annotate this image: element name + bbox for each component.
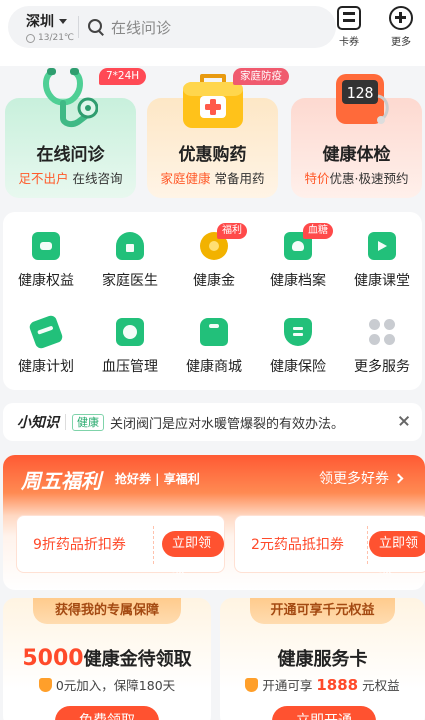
grid-badge: 福利 [217,223,247,239]
service-tag: 7*24H [99,68,147,85]
service-subtitle: 家庭健康 常备用药 [160,171,265,186]
grid-item-label[interactable]: 血压管理 [90,356,170,376]
close-icon[interactable] [396,413,412,429]
grid-item-label[interactable]: 健康金 [174,270,254,290]
divider [65,414,66,430]
scale-reading: 128 [346,84,373,102]
health-class-icon[interactable] [368,232,396,260]
coupon-button[interactable]: 卡券 [329,6,369,48]
shield-icon [245,677,259,692]
grid-item-label[interactable]: 健康保险 [258,356,338,376]
grid-item-family-doctor[interactable]: 家庭医生 [90,232,170,290]
grid-item-label[interactable]: 健康档案 [258,270,338,290]
city-name[interactable]: 深圳 [26,11,54,31]
grid-item-health-plan[interactable]: 健康计划 [6,314,86,376]
grid-item-health-benefits[interactable]: 健康权益 [6,232,86,290]
exclusive-protection-card[interactable]: 获得我的专属保障 5000健康金待领取 0元加入，保障180天 免费领取 [3,598,211,720]
service-title: 在线问诊 [36,145,105,165]
coupon-name: 2元药品抵扣券 [251,537,344,553]
card-main-text: 健康服务卡 [277,649,368,670]
get-more-coupons-label[interactable]: 领更多好券 [319,468,389,488]
grid-item-label[interactable]: 家庭医生 [90,270,170,290]
health-mall-icon[interactable] [200,318,228,346]
card-subtext: 0元加入，保障180天 [3,675,211,694]
plus-circle-icon[interactable] [389,6,413,30]
health-plan-icon[interactable] [28,314,64,350]
tip-title: 小知识 [17,415,59,431]
health-insurance-icon[interactable] [284,318,312,346]
grid-item-label[interactable]: 健康商城 [174,356,254,376]
weather-temp: 13/21℃ [38,33,75,43]
health-benefits-icon[interactable] [32,232,60,260]
activate-now-button[interactable]: 立即开通 [272,706,376,720]
claim-coupon-button[interactable]: 立即领取 [162,531,224,577]
get-more-coupons-link[interactable]: 领更多好券 [319,468,404,488]
card-header: 获得我的专属保障 [33,598,181,624]
grid-item-label[interactable]: 健康课堂 [342,270,422,290]
service-title: 优惠购药 [178,145,247,165]
top-header: 深圳 13/21℃ 在线问诊 卡券 更多 [0,0,425,66]
chevron-right-icon[interactable] [393,473,404,483]
shield-icon [38,677,52,692]
coupon-label[interactable]: 卡券 [329,33,369,48]
service-subtitle: 特价优惠·极速预约 [304,171,409,186]
grid-item-label[interactable]: 健康权益 [6,270,86,290]
promo-tagline: 抢好券 | 享福利 [115,472,200,486]
grid-item-blood-pressure[interactable]: 血压管理 [90,318,170,376]
card-subtext: 开通可享 1888 元权益 [220,675,425,694]
divider [367,526,368,564]
divider [153,526,154,564]
sun-icon [26,33,35,43]
search-input[interactable]: 在线问诊 [111,17,171,38]
health-service-card[interactable]: 开通可享千元权益 健康服务卡 开通可享1888元权益 立即开通 [220,598,425,720]
promo-title: 周五福利 [21,469,101,493]
grid-item-label[interactable]: 健康计划 [6,356,86,376]
coupon-card[interactable]: 9折药品折扣券 立即领取 [16,515,225,577]
chevron-down-icon[interactable] [59,18,67,24]
divider [78,16,79,38]
card-main-text: 5000健康金待领取 [22,646,192,671]
coupon-icon[interactable] [337,6,361,30]
grid-item-health-gold[interactable]: 健康金 [174,232,254,290]
family-doctor-icon[interactable] [116,232,144,260]
grid-item-health-mall[interactable]: 健康商城 [174,318,254,376]
blood-pressure-icon[interactable] [116,318,144,346]
card-header: 开通可享千元权益 [250,598,395,624]
grid-badge: 血糖 [303,223,333,239]
tip-bar[interactable]: 小知识 健康 关闭阀门是应对水暖管爆裂的有效办法。 [3,403,422,441]
coupon-card[interactable]: 2元药品抵扣券 立即领取 [234,515,425,577]
search-icon[interactable] [87,18,105,36]
city-selector[interactable]: 深圳 13/21℃ [8,11,78,43]
grid-item-label[interactable]: 更多服务 [342,356,422,376]
service-title: 健康体检 [322,145,391,165]
grid-item-health-class[interactable]: 健康课堂 [342,232,422,290]
coupon-name: 9折药品折扣券 [33,537,126,553]
more-label[interactable]: 更多 [381,33,421,48]
scale-icon: 128 [336,74,389,124]
more-services-icon[interactable] [368,318,396,346]
grid-item-health-record[interactable]: 健康档案 [258,232,338,290]
stethoscope-icon [43,68,98,128]
grid-item-more-services[interactable]: 更多服务 [342,318,422,376]
claim-coupon-button[interactable]: 立即领取 [369,531,425,577]
tip-text[interactable]: 关闭阀门是应对水暖管爆裂的有效办法。 [110,413,344,432]
tip-category-chip: 健康 [72,413,104,431]
search-bar[interactable]: 深圳 13/21℃ 在线问诊 [8,6,336,48]
claim-free-button[interactable]: 免费领取 [55,706,159,720]
service-tag: 家庭防疫 [233,68,289,85]
grid-item-health-insurance[interactable]: 健康保险 [258,318,338,376]
service-subtitle: 足不出户 在线咨询 [18,171,123,186]
more-button[interactable]: 更多 [381,6,421,48]
